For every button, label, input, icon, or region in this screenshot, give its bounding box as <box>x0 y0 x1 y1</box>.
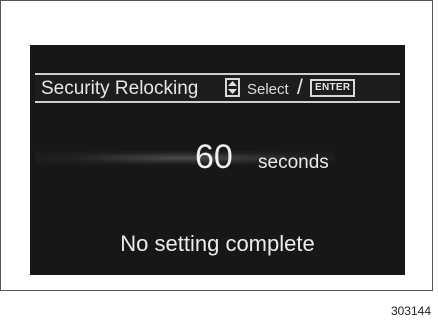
figure-number: 303144 <box>390 304 431 318</box>
display-screen: Security Relocking Select / ENTER 60 sec… <box>30 45 405 275</box>
menu-header-bar: Security Relocking Select / ENTER <box>35 73 400 103</box>
select-hint: Select <box>247 81 289 98</box>
status-message: No setting complete <box>120 231 315 256</box>
hint-separator: / <box>297 76 303 99</box>
enter-key-icon: ENTER <box>310 79 356 97</box>
menu-title: Security Relocking <box>41 78 199 99</box>
setting-value: 60 <box>195 138 233 176</box>
up-down-arrow-icon <box>225 78 240 97</box>
figure-frame: Security Relocking Select / ENTER 60 sec… <box>0 0 433 291</box>
setting-value-row[interactable]: 60 seconds <box>30 133 405 185</box>
setting-unit: seconds <box>258 152 329 173</box>
